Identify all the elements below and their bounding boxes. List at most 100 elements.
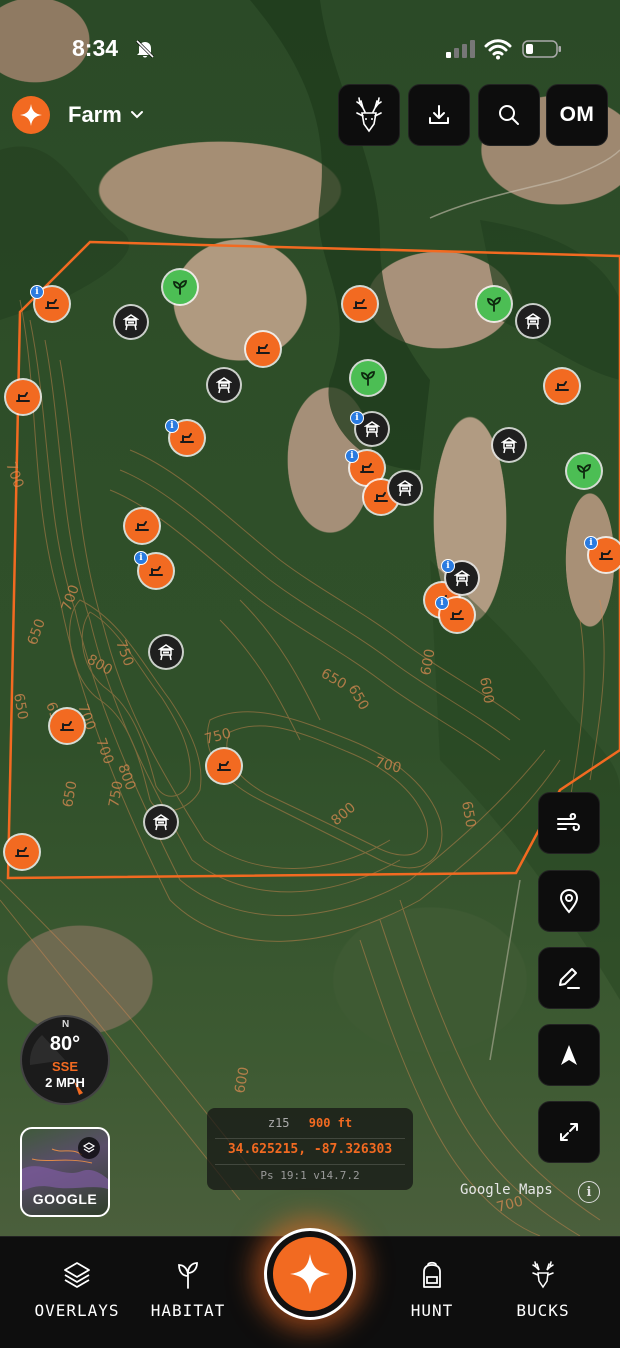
bucks-button[interactable] [338,84,400,146]
blind-marker[interactable] [389,472,421,504]
info-badge[interactable]: i [441,559,455,573]
contour-label: 700 [59,583,83,614]
download-button[interactable] [408,84,470,146]
wind-speed: 2 MPH [45,1075,85,1090]
blind-marker[interactable] [145,806,177,838]
nav-habitat-label: HABITAT [150,1301,226,1320]
location-pin-icon [559,888,579,914]
tree-stand-marker[interactable] [6,380,40,414]
profile-button[interactable]: OM [546,84,608,146]
info-badge[interactable]: i [345,449,359,463]
info-badge[interactable]: i [435,596,449,610]
habitat-marker[interactable] [477,287,511,321]
info-badge[interactable]: i [30,285,44,299]
property-name: Farm [68,102,122,127]
spark-logo-icon [290,1254,330,1294]
tree-stand-icon [180,433,194,443]
habitat-marker[interactable] [163,270,197,304]
contour-label: 800 [84,652,115,679]
wind-direction: SSE [51,1059,78,1074]
nav-center-action-button[interactable] [264,1228,356,1320]
sprout-icon [361,371,375,386]
tree-stand-marker[interactable] [246,332,280,366]
fullscreen-button[interactable] [538,1101,600,1163]
tree-stand-marker[interactable] [5,835,39,869]
blind-marker[interactable] [150,636,182,668]
battery-icon [522,40,561,58]
nav-overlays[interactable]: OVERLAYS [30,1237,124,1348]
wifi-icon [484,39,512,60]
tree-stand-marker[interactable] [343,287,377,321]
status-bar: 8:34 [0,0,620,80]
layer-label: GOOGLE [32,1191,98,1207]
tree-stand-marker[interactable] [50,709,84,743]
tree-stand-icon [353,299,367,309]
chevron-down-icon [130,111,143,119]
pencil-icon [559,968,580,989]
navigation-arrow-icon [561,1045,577,1065]
nav-hunt[interactable]: HUNT [400,1237,464,1348]
tree-stand-marker[interactable] [125,509,159,543]
nav-bucks[interactable]: BUCKS [508,1237,578,1348]
download-icon [429,105,449,124]
layers-icon [64,1262,90,1288]
blind-icon [364,421,380,438]
habitat-marker[interactable] [567,454,601,488]
expand-icon [560,1123,578,1141]
compass-north: N [62,1019,70,1030]
blind-marker[interactable] [115,306,147,338]
contour-label: 650 [25,617,49,648]
add-pin-button[interactable] [538,870,600,932]
status-time: 8:34 [72,35,119,61]
tree-stand-marker[interactable] [207,749,241,783]
map-layer-selector[interactable]: GOOGLE [20,1127,110,1217]
search-icon [499,105,519,125]
divider [215,1164,405,1165]
draw-button[interactable] [538,947,600,1009]
blind-icon [525,313,541,330]
property-selector[interactable]: Farm [68,100,144,130]
info-badge[interactable]: i [165,419,179,433]
blind-icon [153,814,169,831]
info-badge[interactable]: i [350,411,364,425]
habitat-marker[interactable] [351,361,385,395]
attribution-info-icon[interactable]: i [578,1181,600,1203]
coordinates-readout[interactable]: 34.625215, -87.326303 [207,1142,413,1157]
tree-stand-marker[interactable] [545,369,579,403]
cellular-signal-icon [446,40,475,58]
map-info-panel: z15 900 ft 34.625215, -87.326303 Ps 19:1… [207,1108,413,1190]
nav-habitat[interactable]: HABITAT [146,1237,230,1348]
blind-icon [123,314,139,331]
app-logo[interactable] [12,96,50,134]
navigate-button[interactable] [538,1024,600,1086]
blind-marker[interactable] [517,305,549,337]
deer-head-icon [532,1261,554,1289]
layers-stack-button[interactable] [78,1137,100,1159]
blind-marker[interactable] [208,369,240,401]
tree-stand-icon [16,392,30,402]
tree-stand-icon [374,492,388,502]
bell-slash-icon [135,39,155,59]
tree-stand-icon [15,847,29,857]
wind-compass[interactable]: N 80° SSE 2 MPH [20,1015,110,1105]
wind-flow-icon [557,812,580,832]
divider [215,1138,405,1139]
tree-stand-icon [45,299,59,309]
tree-stand-icon [450,610,464,620]
contour-label: 800 [328,800,359,829]
sprout-icon [487,297,501,312]
blind-icon [501,437,517,454]
contour-label: 700 [2,460,26,491]
search-button[interactable] [478,84,540,146]
map-scale: 900 ft [308,1116,353,1130]
backpack-icon [423,1261,441,1288]
tree-stand-icon [60,721,74,731]
spark-logo-icon [20,104,42,126]
nav-overlays-label: OVERLAYS [34,1301,120,1320]
wind-button[interactable] [538,792,600,854]
contour-label: 600 [232,1066,252,1095]
contour-label: 700 [92,736,116,767]
info-badge[interactable]: i [584,536,598,550]
info-badge[interactable]: i [134,551,148,565]
blind-marker[interactable] [493,429,525,461]
